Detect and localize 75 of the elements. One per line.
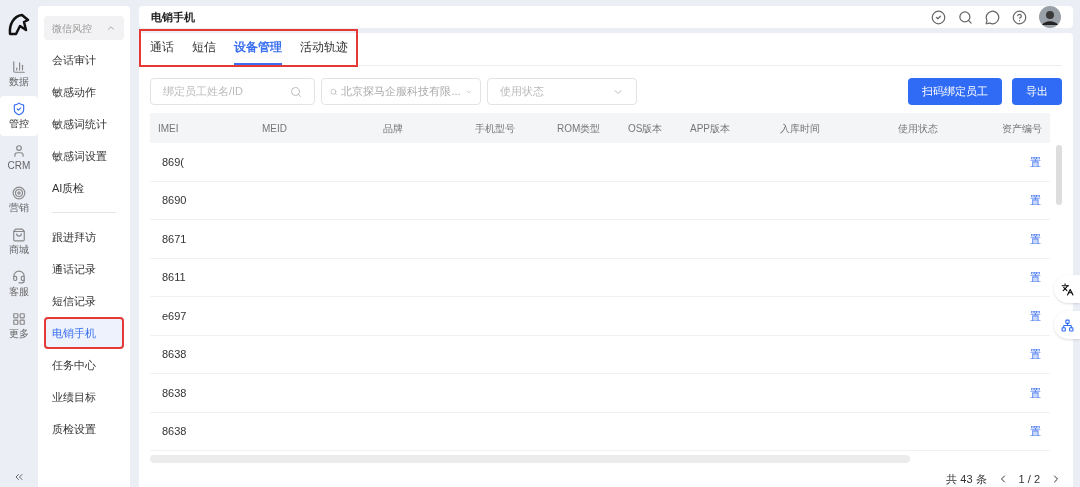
column-header: 资产编号 [1002, 122, 1042, 134]
column-header: 入库时间 [780, 122, 820, 134]
table-cell: 8638 [162, 386, 187, 399]
translate-button[interactable] [1054, 275, 1080, 303]
edit-link[interactable]: 置 [1030, 232, 1041, 245]
table-cell: 8671 [162, 232, 187, 245]
edit-link[interactable]: 置 [1030, 425, 1041, 437]
edit-link[interactable]: 置 [1030, 348, 1041, 360]
table-cell: e697 [162, 309, 187, 322]
menu-item[interactable]: 电销手机 [44, 317, 124, 349]
search-icon[interactable] [958, 9, 973, 25]
grid-icon [12, 311, 26, 326]
edit-link[interactable]: 置 [1030, 386, 1041, 399]
check-circle-icon[interactable] [931, 9, 946, 25]
tab[interactable]: 通话 [150, 31, 174, 65]
column-header: APP版本 [690, 122, 730, 134]
search-icon [290, 85, 302, 98]
column-header: 品牌 [383, 122, 403, 134]
menu-item[interactable]: 跟进拜访 [44, 221, 124, 253]
avatar[interactable] [1039, 6, 1061, 28]
column-header: ROM类型 [557, 122, 601, 134]
menu-item[interactable]: 敏感词统计 [44, 108, 124, 140]
column-header: OS版本 [628, 122, 663, 134]
edit-link[interactable]: 置 [1030, 271, 1041, 283]
menu-item[interactable]: AI质检 [44, 172, 124, 204]
nav-rail-item[interactable]: 营销 [0, 180, 38, 220]
tab[interactable]: 短信 [192, 31, 216, 65]
menu-item[interactable]: 质检设置 [44, 413, 124, 445]
translate-icon [1060, 282, 1074, 296]
tab[interactable]: 活动轨迹 [300, 31, 348, 65]
target-icon [12, 185, 26, 200]
network-button[interactable] [1054, 311, 1080, 339]
nav-rail-item[interactable]: 商城 [0, 222, 38, 262]
menu-item[interactable]: 短信记录 [44, 285, 124, 317]
edit-link[interactable]: 置 [1030, 194, 1041, 206]
menu-item[interactable]: 会话审计 [44, 44, 124, 76]
collapse-icon[interactable] [13, 471, 25, 483]
headset-icon [12, 269, 26, 284]
bar-chart-icon [12, 59, 26, 74]
nav-rail-item[interactable]: 客服 [0, 264, 38, 304]
column-header: 使用状态 [898, 122, 938, 134]
chevron-up-icon [106, 23, 116, 33]
menu-item[interactable]: 敏感动作 [44, 76, 124, 108]
menu-item[interactable]: 业绩目标 [44, 381, 124, 413]
nav-rail-item[interactable]: 管控 [0, 96, 38, 136]
nav-rail-item[interactable]: 更多 [0, 306, 38, 346]
bag-icon [12, 227, 26, 242]
edit-link[interactable]: 置 [1030, 309, 1041, 322]
vertical-scrollbar[interactable] [1056, 145, 1062, 205]
table-cell: 8638 [162, 348, 187, 360]
table-cell: 8638 [162, 425, 187, 437]
chat-icon[interactable] [985, 9, 1000, 25]
page-title: 电销手机 [151, 9, 195, 25]
menu-item[interactable]: 敏感词设置 [44, 140, 124, 172]
menu-item[interactable]: 通话记录 [44, 253, 124, 285]
table-cell: 8690 [162, 194, 187, 206]
network-icon [1060, 318, 1074, 332]
nav-rail-item[interactable]: CRM [0, 138, 38, 178]
nav-rail-item[interactable]: 数据 [0, 54, 38, 94]
column-header: IMEI [158, 122, 179, 134]
help-icon[interactable] [1012, 9, 1027, 25]
shield-icon [12, 101, 26, 116]
column-header: 手机型号 [475, 122, 515, 134]
table-cell: 8611 [162, 271, 186, 283]
menu-item[interactable]: 任务中心 [44, 349, 124, 381]
tab[interactable]: 设备管理 [234, 31, 282, 65]
person-icon [12, 143, 26, 158]
action-button[interactable]: 扫码绑定员工 [908, 78, 1002, 105]
edit-link[interactable]: 置 [1030, 155, 1041, 168]
horse-logo [6, 12, 32, 38]
table-cell: 869( [162, 155, 185, 168]
column-header: MEID [262, 122, 287, 134]
action-button[interactable]: 导出 [1012, 78, 1062, 105]
total-count: 共 43 条 [946, 472, 987, 487]
page-indicator: 1 / 2 [1018, 472, 1040, 487]
